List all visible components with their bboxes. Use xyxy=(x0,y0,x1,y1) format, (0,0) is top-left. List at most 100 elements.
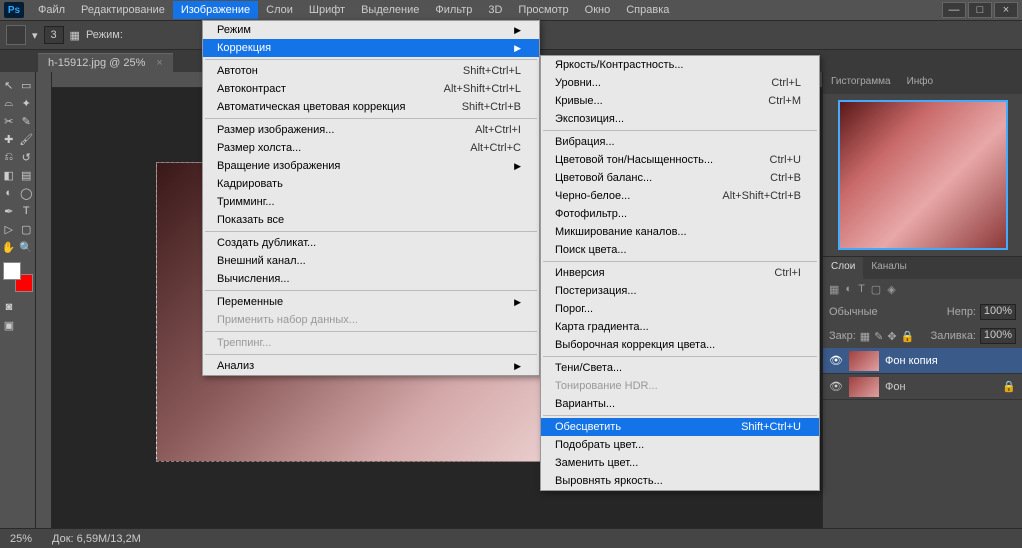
menu-item[interactable]: Кривые...Ctrl+M xyxy=(541,92,819,110)
pen-tool[interactable]: ✒ xyxy=(0,202,18,220)
menu-item[interactable]: Экспозиция... xyxy=(541,110,819,128)
menu-окно[interactable]: Окно xyxy=(577,1,619,19)
fill-field[interactable]: 100% xyxy=(980,328,1016,344)
menu-3d[interactable]: 3D xyxy=(480,1,510,19)
menu-item[interactable]: Выровнять яркость... xyxy=(541,472,819,490)
menu-item[interactable]: ИнверсияCtrl+I xyxy=(541,264,819,282)
window-minimize-button[interactable]: — xyxy=(942,2,966,18)
panel-tab-channels[interactable]: Каналы xyxy=(863,257,915,279)
menu-item[interactable]: Карта градиента... xyxy=(541,318,819,336)
menu-item[interactable]: Вибрация... xyxy=(541,133,819,151)
lock-pos-icon[interactable]: ✥ xyxy=(887,330,896,343)
panel-tab-info[interactable]: Инфо xyxy=(899,72,942,94)
blur-tool[interactable]: ◐ xyxy=(0,184,18,202)
navigator-thumbnail[interactable] xyxy=(838,100,1008,250)
opacity-field[interactable]: 100% xyxy=(980,304,1016,320)
type-tool[interactable]: T xyxy=(18,202,36,220)
shape-tool[interactable]: ▢ xyxy=(18,220,36,238)
color-swatches[interactable] xyxy=(3,262,33,292)
chevron-down-icon[interactable]: ▾ xyxy=(32,29,38,42)
lock-trans-icon[interactable]: ▦ xyxy=(860,330,870,343)
menu-справка[interactable]: Справка xyxy=(618,1,677,19)
menu-файл[interactable]: Файл xyxy=(30,1,73,19)
menu-item[interactable]: Черно-белое...Alt+Shift+Ctrl+B xyxy=(541,187,819,205)
brush-preset-icon[interactable] xyxy=(6,25,26,45)
menu-item[interactable]: ОбесцветитьShift+Ctrl+U xyxy=(541,418,819,436)
filter-smart-icon[interactable]: ◈ xyxy=(887,283,895,296)
menu-item[interactable]: Внешний канал... xyxy=(203,252,539,270)
menu-item[interactable]: Фотофильтр... xyxy=(541,205,819,223)
menu-item[interactable]: Вычисления... xyxy=(203,270,539,288)
screenmode-toggle[interactable]: ▣ xyxy=(0,316,18,334)
eye-icon[interactable]: 👁 xyxy=(829,354,843,367)
options-icon[interactable]: ▦ xyxy=(70,29,80,42)
menu-item[interactable]: Показать все xyxy=(203,211,539,229)
menu-item[interactable]: Коррекция▶ xyxy=(203,39,539,57)
menu-item[interactable]: Размер холста...Alt+Ctrl+C xyxy=(203,139,539,157)
menu-просмотр[interactable]: Просмотр xyxy=(510,1,576,19)
menu-item[interactable]: Постеризация... xyxy=(541,282,819,300)
panel-tab-histogram[interactable]: Гистограмма xyxy=(823,72,899,94)
zoom-tool[interactable]: 🔍 xyxy=(18,238,36,256)
blend-mode-select[interactable]: Обычные xyxy=(829,306,878,318)
menu-item[interactable]: Вращение изображения▶ xyxy=(203,157,539,175)
lock-all-icon[interactable]: 🔒 xyxy=(901,330,915,343)
menu-изображение[interactable]: Изображение xyxy=(173,1,258,19)
heal-tool[interactable]: ✚ xyxy=(0,130,18,148)
tab-close-icon[interactable]: × xyxy=(156,57,162,69)
eyedropper-tool[interactable]: ✎ xyxy=(18,112,36,130)
menu-item[interactable]: Подобрать цвет... xyxy=(541,436,819,454)
menu-выделение[interactable]: Выделение xyxy=(353,1,427,19)
crop-tool[interactable]: ✂ xyxy=(0,112,18,130)
menu-item[interactable]: Размер изображения...Alt+Ctrl+I xyxy=(203,121,539,139)
hand-tool[interactable]: ✋ xyxy=(0,238,18,256)
menu-item[interactable]: Выборочная коррекция цвета... xyxy=(541,336,819,354)
menu-item[interactable]: Анализ▶ xyxy=(203,357,539,375)
stamp-tool[interactable]: ⎌ xyxy=(0,148,18,166)
filter-adjust-icon[interactable]: ◐ xyxy=(845,283,852,296)
zoom-level[interactable]: 25% xyxy=(10,533,32,545)
menu-item[interactable]: Цветовой баланс...Ctrl+B xyxy=(541,169,819,187)
marquee-tool[interactable]: ▭ xyxy=(18,76,36,94)
window-close-button[interactable]: × xyxy=(994,2,1018,18)
menu-шрифт[interactable]: Шрифт xyxy=(301,1,353,19)
dodge-tool[interactable]: ◯ xyxy=(18,184,36,202)
menu-item[interactable]: Автоматическая цветовая коррекцияShift+C… xyxy=(203,98,539,116)
move-tool[interactable]: ↖ xyxy=(0,76,18,94)
lock-paint-icon[interactable]: ✎ xyxy=(874,330,883,343)
filter-shape-icon[interactable]: ▢ xyxy=(871,283,881,296)
menu-слои[interactable]: Слои xyxy=(258,1,301,19)
filter-type-icon[interactable]: T xyxy=(858,283,865,296)
menu-item[interactable]: Микширование каналов... xyxy=(541,223,819,241)
gradient-tool[interactable]: ▤ xyxy=(18,166,36,184)
menu-item[interactable]: АвтоконтрастAlt+Shift+Ctrl+L xyxy=(203,80,539,98)
filter-pixel-icon[interactable]: ▦ xyxy=(829,283,839,296)
layer-row[interactable]: 👁Фон копия xyxy=(823,348,1022,374)
menu-item[interactable]: Порог... xyxy=(541,300,819,318)
eraser-tool[interactable]: ◧ xyxy=(0,166,18,184)
menu-item[interactable]: АвтотонShift+Ctrl+L xyxy=(203,62,539,80)
layer-row[interactable]: 👁Фон🔒 xyxy=(823,374,1022,400)
menu-item[interactable]: Тримминг... xyxy=(203,193,539,211)
menu-item[interactable]: Яркость/Контрастность... xyxy=(541,56,819,74)
menu-item[interactable]: Режим▶ xyxy=(203,21,539,39)
menu-item[interactable]: Варианты... xyxy=(541,395,819,413)
panel-tab-layers[interactable]: Слои xyxy=(823,257,863,279)
menu-item[interactable]: Поиск цвета... xyxy=(541,241,819,259)
menu-item[interactable]: Заменить цвет... xyxy=(541,454,819,472)
wand-tool[interactable]: ✦ xyxy=(18,94,36,112)
menu-item[interactable]: Тени/Света... xyxy=(541,359,819,377)
lasso-tool[interactable]: ⌓ xyxy=(0,94,18,112)
menu-фильтр[interactable]: Фильтр xyxy=(427,1,480,19)
menu-item[interactable]: Переменные▶ xyxy=(203,293,539,311)
quickmask-toggle[interactable]: ◙ xyxy=(0,298,18,316)
brush-size-field[interactable]: 3 xyxy=(44,26,64,44)
eye-icon[interactable]: 👁 xyxy=(829,380,843,393)
path-tool[interactable]: ▷ xyxy=(0,220,18,238)
menu-item[interactable]: Цветовой тон/Насыщенность...Ctrl+U xyxy=(541,151,819,169)
menu-редактирование[interactable]: Редактирование xyxy=(73,1,173,19)
menu-item[interactable]: Кадрировать xyxy=(203,175,539,193)
document-tab[interactable]: h-15912.jpg @ 25% × xyxy=(38,53,173,72)
menu-item[interactable]: Создать дубликат... xyxy=(203,234,539,252)
window-maximize-button[interactable]: □ xyxy=(968,2,992,18)
